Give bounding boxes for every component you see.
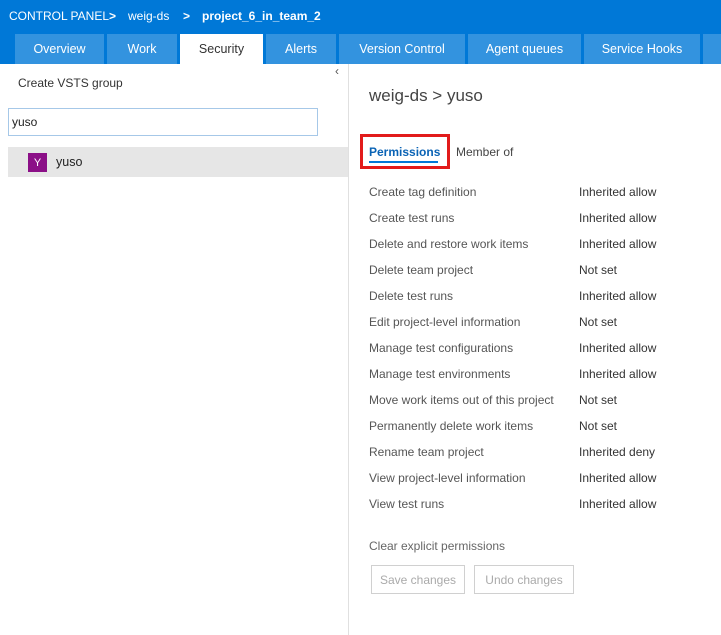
tab-security[interactable]: Security [180, 34, 263, 64]
tab-member-of[interactable]: Member of [456, 145, 513, 159]
tab-work[interactable]: Work [107, 34, 177, 64]
active-tab-indicator [369, 161, 438, 163]
permission-value[interactable]: Inherited allow [579, 367, 656, 381]
permission-row: Permanently delete work items Not set [369, 419, 709, 439]
tab-alerts[interactable]: Alerts [266, 34, 336, 64]
permission-name: Manage test environments [369, 367, 511, 381]
permission-row: Delete team project Not set [369, 263, 709, 283]
tab-service-hooks[interactable]: Service Hooks [584, 34, 700, 64]
clear-explicit-permissions-link[interactable]: Clear explicit permissions [369, 539, 505, 553]
tab-overview[interactable]: Overview [15, 34, 104, 64]
breadcrumb-project[interactable]: project_6_in_team_2 [202, 9, 321, 23]
permission-name: Create tag definition [369, 185, 477, 199]
permission-name: Edit project-level information [369, 315, 521, 329]
identity-search-input[interactable] [8, 108, 318, 136]
undo-changes-button[interactable]: Undo changes [474, 565, 574, 594]
permission-row: Delete test runs Inherited allow [369, 289, 709, 309]
permission-row: Delete and restore work items Inherited … [369, 237, 709, 257]
breadcrumb-separator: > [109, 9, 117, 23]
permission-value[interactable]: Inherited allow [579, 341, 656, 355]
save-changes-button[interactable]: Save changes [371, 565, 465, 594]
user-avatar-icon: Y [28, 153, 47, 172]
permission-row: Manage test configurations Inherited all… [369, 341, 709, 361]
permission-value[interactable]: Inherited allow [579, 289, 656, 303]
create-group-link[interactable]: Create VSTS group [18, 76, 123, 90]
permission-name: Delete test runs [369, 289, 454, 303]
permission-value[interactable]: Inherited deny [579, 445, 655, 459]
identity-name: yuso [56, 155, 83, 169]
permission-name: View test runs [369, 497, 445, 511]
breadcrumb-control-panel[interactable]: CONTROL PANEL [9, 9, 109, 23]
permission-name: View project-level information [369, 471, 526, 485]
permission-name: Delete and restore work items [369, 237, 529, 251]
permission-row: View project-level information Inherited… [369, 471, 709, 491]
permission-name: Delete team project [369, 263, 474, 277]
permission-row: Move work items out of this project Not … [369, 393, 709, 413]
permission-value[interactable]: Not set [579, 263, 617, 277]
permission-value[interactable]: Not set [579, 315, 617, 329]
tab-permissions[interactable]: Permissions [369, 145, 440, 159]
permission-value[interactable]: Inherited allow [579, 237, 656, 251]
permission-row: Manage test environments Inherited allow [369, 367, 709, 387]
permission-name: Create test runs [369, 211, 455, 225]
permission-row: Rename team project Inherited deny [369, 445, 709, 465]
breadcrumb-separator: > [183, 9, 191, 23]
tab-version-control[interactable]: Version Control [339, 34, 465, 64]
permission-row: Edit project-level information Not set [369, 315, 709, 335]
permission-name: Manage test configurations [369, 341, 514, 355]
permission-value[interactable]: Inherited allow [579, 185, 656, 199]
permission-row: Create tag definition Inherited allow [369, 185, 709, 205]
page-title: weig-ds > yuso [369, 86, 483, 105]
permission-value[interactable]: Inherited allow [579, 211, 656, 225]
permission-row: Create test runs Inherited allow [369, 211, 709, 231]
permission-value[interactable]: Inherited allow [579, 497, 656, 511]
permission-value[interactable]: Not set [579, 419, 617, 433]
collapse-pane-icon[interactable]: ‹ [331, 64, 343, 80]
permission-value[interactable]: Not set [579, 393, 617, 407]
breadcrumb-collection[interactable]: weig-ds [128, 9, 169, 23]
tab-overflow[interactable] [703, 34, 721, 64]
permission-name: Permanently delete work items [369, 419, 534, 433]
permission-value[interactable]: Inherited allow [579, 471, 656, 485]
tab-agent-queues[interactable]: Agent queues [468, 34, 581, 64]
permission-name: Rename team project [369, 445, 484, 459]
identity-list-item[interactable]: Y yuso [8, 147, 348, 177]
permission-row: View test runs Inherited allow [369, 497, 709, 517]
permission-name: Move work items out of this project [369, 393, 554, 407]
